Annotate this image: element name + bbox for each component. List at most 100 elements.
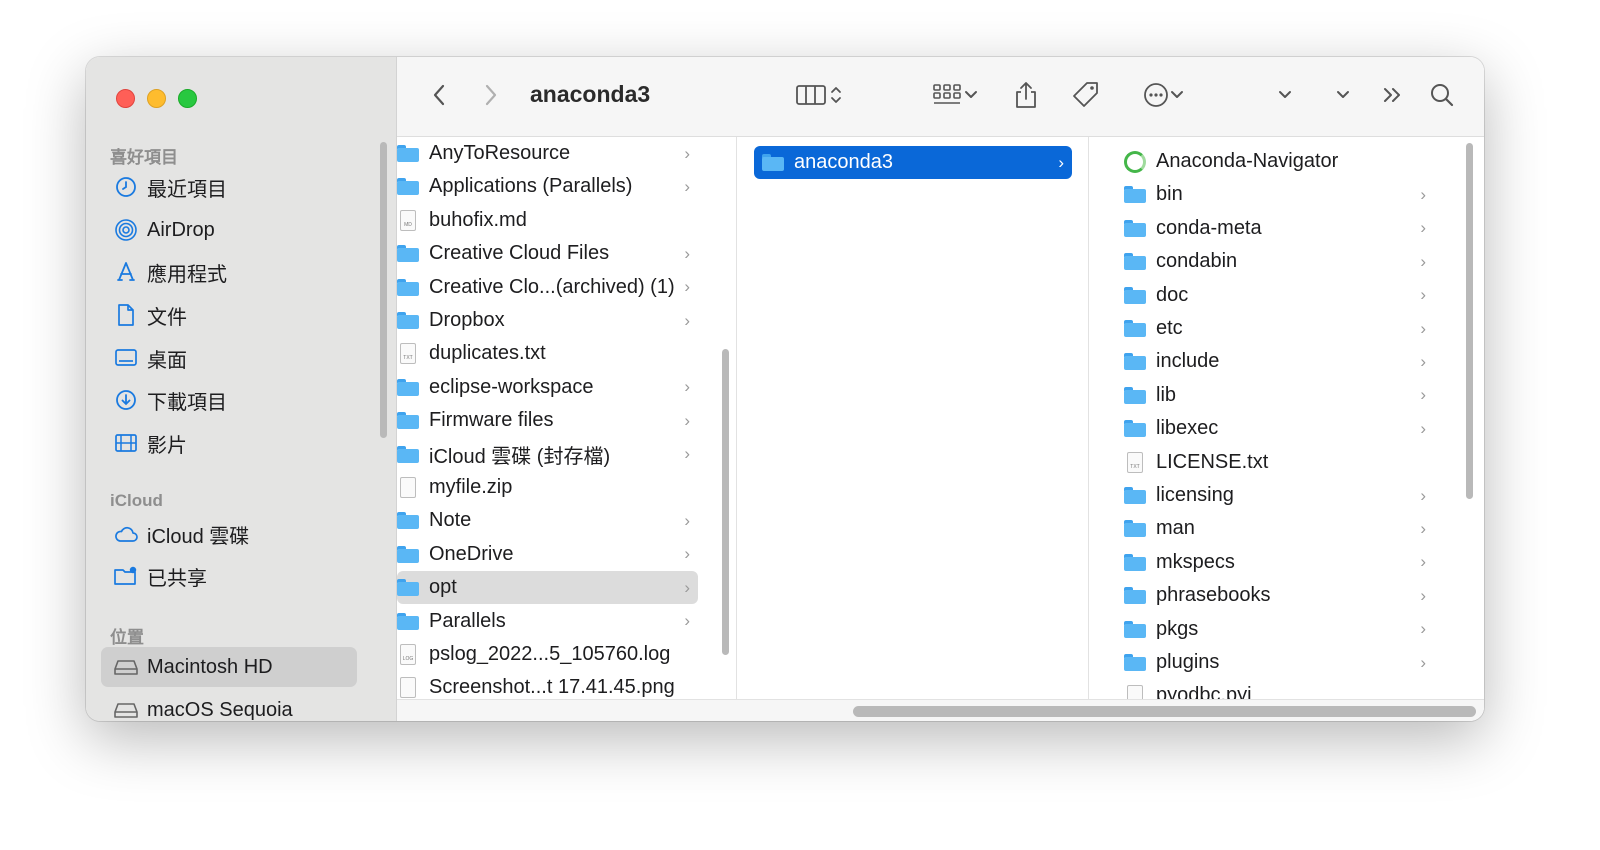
double-chevron-right-icon — [1381, 85, 1405, 110]
file-name: myfile.zip — [429, 476, 513, 498]
file-row-duplicates-txt[interactable]: TXT duplicates.txt — [397, 337, 698, 370]
close-button[interactable] — [116, 89, 135, 108]
folder-icon — [1124, 320, 1146, 337]
file-row-creative-clo-archived-1[interactable]: Creative Clo...(archived) (1) › — [397, 271, 698, 304]
chevron-right-icon: › — [1420, 184, 1426, 204]
file-row-license-txt[interactable]: TXT LICENSE.txt — [1090, 446, 1438, 479]
view-mode-button[interactable] — [787, 77, 851, 117]
file-row-myfile-zip[interactable]: myfile.zip — [397, 471, 698, 504]
file-row-phrasebooks[interactable]: phrasebooks › — [1090, 579, 1438, 612]
file-row-parallels[interactable]: Parallels › — [397, 605, 698, 638]
file-name: conda-meta — [1156, 216, 1262, 239]
airdrop-icon — [113, 217, 139, 243]
file-row-bin[interactable]: bin › — [1090, 178, 1438, 211]
search-button[interactable] — [1426, 77, 1458, 117]
tag-icon — [1071, 80, 1101, 115]
minimize-button[interactable] — [147, 89, 166, 108]
file-row-pkgs[interactable]: pkgs › — [1090, 613, 1438, 646]
chevron-right-icon: › — [1058, 152, 1064, 172]
share-button[interactable] — [1009, 77, 1043, 117]
file-name: Note — [429, 509, 472, 532]
file-row-mkspecs[interactable]: mkspecs › — [1090, 546, 1438, 579]
toolbar-overflow-button[interactable] — [1377, 77, 1409, 117]
sidebar-item-desktop[interactable]: 桌面 — [101, 338, 357, 378]
file-row-onedrive[interactable]: OneDrive › — [397, 538, 698, 571]
file-row-opt[interactable]: opt › — [397, 571, 698, 605]
forward-button[interactable] — [477, 77, 505, 117]
folder-icon — [397, 145, 419, 162]
chevron-right-icon: › — [684, 577, 690, 597]
sidebar-item-macintosh-hd[interactable]: Macintosh HD — [101, 647, 357, 687]
tags-button[interactable] — [1069, 77, 1103, 117]
file-name: man — [1156, 517, 1195, 540]
back-button[interactable] — [425, 77, 453, 117]
more-actions-button[interactable] — [1135, 77, 1191, 117]
sidebar-item-label: 桌面 — [147, 349, 187, 372]
file-row-firmware-files[interactable]: Firmware files › — [397, 404, 698, 437]
chevron-right-icon: › — [1420, 518, 1426, 538]
file-name: phrasebooks — [1156, 584, 1271, 607]
section-title-icloud: iCloud — [110, 491, 163, 510]
file-row-conda-meta[interactable]: conda-meta › — [1090, 212, 1438, 245]
file-row-buhofix-md[interactable]: MD buhofix.md — [397, 204, 698, 237]
file-row-anytoresource[interactable]: AnyToResource › — [397, 137, 698, 170]
file-name: buhofix.md — [429, 208, 527, 231]
file-name: Creative Clo...(archived) (1) — [429, 275, 675, 298]
file-row-libexec[interactable]: libexec › — [1090, 412, 1438, 445]
column-3-scrollbar[interactable] — [1466, 143, 1473, 499]
chevron-right-icon: › — [684, 143, 690, 163]
chevron-right-icon: › — [1420, 585, 1426, 605]
sidebar-item-icloud-drive[interactable]: iCloud 雲碟 — [101, 514, 357, 554]
sidebar-item-airdrop[interactable]: AirDrop — [101, 210, 357, 250]
file-row-creative-cloud-files[interactable]: Creative Cloud Files › — [397, 237, 698, 270]
file-name: mkspecs — [1156, 550, 1235, 573]
file-name: duplicates.txt — [429, 342, 546, 365]
sidebar-item-label: 應用程式 — [147, 263, 227, 286]
chevron-right-icon: › — [1420, 218, 1426, 238]
file-row-man[interactable]: man › — [1090, 512, 1438, 545]
chevron-right-icon: › — [1420, 418, 1426, 438]
chevron-down-icon — [964, 88, 978, 106]
sidebar-item-shared[interactable]: 已共享 — [101, 556, 357, 596]
chevron-right-icon — [484, 83, 498, 112]
file-row-anaconda-navigator[interactable]: Anaconda-Navigator — [1090, 145, 1438, 178]
disk-icon — [113, 654, 139, 680]
sidebar-item-documents[interactable]: 文件 — [101, 295, 357, 335]
toolbar-dropdown-2[interactable] — [1331, 77, 1355, 117]
file-row-doc[interactable]: doc › — [1090, 279, 1438, 312]
finder-window: 喜好項目 最近項目 AirDrop 應用程式 文件 桌面 下載項目 影片 iCl… — [86, 57, 1484, 721]
sidebar-item-downloads[interactable]: 下載項目 — [101, 380, 357, 420]
file-row-note[interactable]: Note › — [397, 504, 698, 537]
file-row-licensing[interactable]: licensing › — [1090, 479, 1438, 512]
column-1-scrollbar[interactable] — [722, 349, 729, 655]
file-row-pslog-2022-5-105760-log[interactable]: LOG pslog_2022...5_105760.log — [397, 638, 698, 671]
sidebar-item-label: 影片 — [147, 434, 187, 457]
file-row-applications-parallels[interactable]: Applications (Parallels) › — [397, 170, 698, 203]
file-name: libexec — [1156, 417, 1219, 440]
sidebar-item-applications[interactable]: 應用程式 — [101, 252, 357, 292]
group-button[interactable] — [925, 77, 985, 117]
sidebar-item-recents[interactable]: 最近項目 — [101, 167, 357, 207]
file-row-icloud[interactable]: iCloud 雲碟 (封存檔) › — [397, 438, 698, 471]
file-row-include[interactable]: include › — [1090, 345, 1438, 378]
horizontal-scrollbar[interactable] — [853, 706, 1476, 717]
file-row-dropbox[interactable]: Dropbox › — [397, 304, 698, 337]
toolbar-dropdown-1[interactable] — [1273, 77, 1297, 117]
file-row-etc[interactable]: etc › — [1090, 312, 1438, 345]
sidebar-item-movies[interactable]: 影片 — [101, 423, 357, 463]
column-browser: AnyToResource › Applications (Parallels) › M… — [397, 137, 1484, 721]
file-name: include — [1156, 350, 1220, 373]
file-name: condabin — [1156, 250, 1238, 273]
file-row-eclipse-workspace[interactable]: eclipse-workspace › — [397, 371, 698, 404]
folder-icon — [1124, 520, 1146, 538]
zoom-button[interactable] — [178, 89, 197, 108]
chevron-right-icon: › — [1420, 351, 1426, 371]
file-row-lib[interactable]: lib › — [1090, 379, 1438, 412]
file-row-condabin[interactable]: condabin › — [1090, 245, 1438, 278]
sidebar-scrollbar[interactable] — [380, 142, 387, 438]
file-row-anaconda3[interactable]: anaconda3 › — [754, 146, 1072, 179]
file-row-plugins[interactable]: plugins › — [1090, 646, 1438, 679]
sidebar-item-macos-sequoia[interactable]: macOS Sequoia — [101, 690, 357, 721]
chevron-right-icon: › — [1420, 619, 1426, 639]
file-icon: TXT — [400, 343, 416, 365]
